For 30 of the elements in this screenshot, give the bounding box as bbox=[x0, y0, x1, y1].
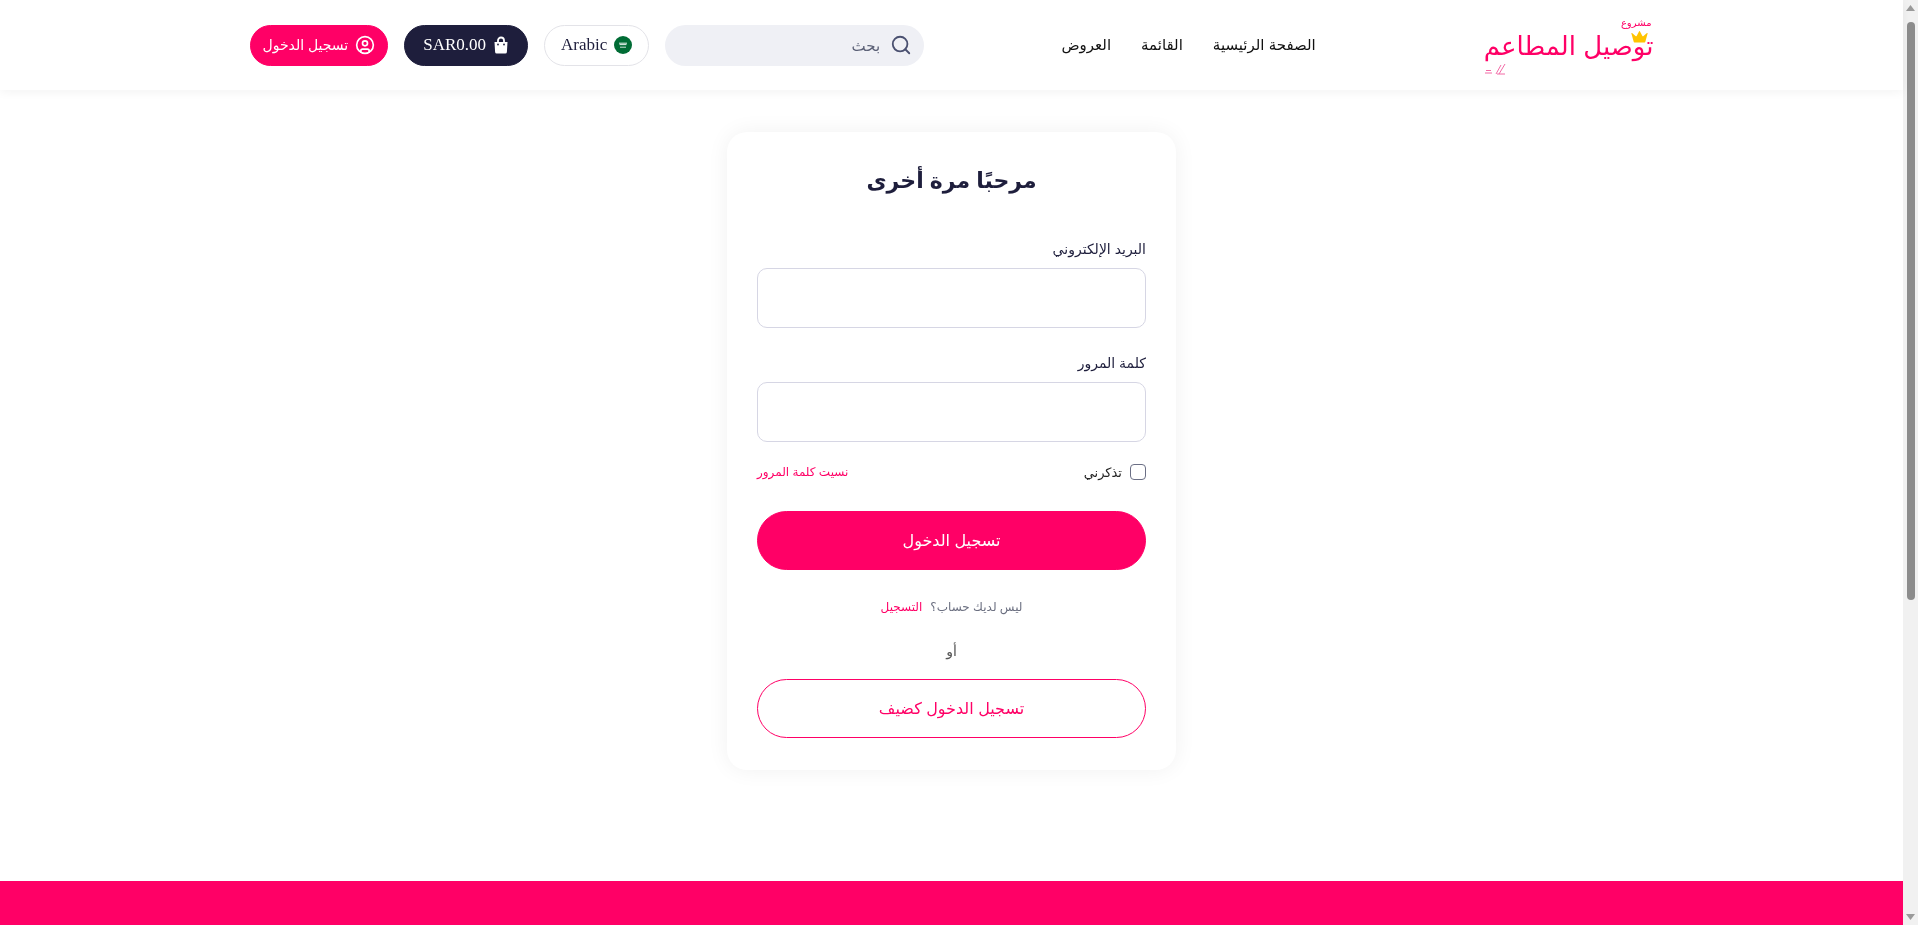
input-field[interactable] bbox=[757, 268, 1146, 328]
input-field[interactable] bbox=[757, 382, 1146, 442]
signup-prompt: ليس لديك حساب؟ bbox=[930, 600, 1023, 614]
card-title: مرحبًا مرة أخرى bbox=[866, 167, 1037, 195]
language-button[interactable]: Arabic bbox=[544, 24, 650, 66]
nav-link[interactable]: العروض bbox=[1061, 36, 1112, 54]
forgot-password-link[interactable]: نسيت كلمة المرور bbox=[757, 465, 849, 479]
guest-login-button[interactable]: تسجيل الدخول كضيف bbox=[757, 679, 1146, 738]
scribble-icon bbox=[1483, 62, 1508, 75]
logo-kicker: مشروع bbox=[1620, 17, 1652, 28]
remember-checkbox[interactable] bbox=[1130, 464, 1146, 480]
scroll-down-icon[interactable] bbox=[1906, 914, 1915, 920]
scroll-up-icon[interactable] bbox=[1906, 5, 1915, 11]
logo-text[interactable]: توصيل المطاعم bbox=[1483, 29, 1654, 62]
remember-label: تذكرني bbox=[1083, 464, 1122, 480]
shopping-bag-icon bbox=[493, 36, 510, 54]
nav-link[interactable]: القائمة bbox=[1141, 36, 1183, 54]
scrollbar-thumb[interactable] bbox=[1906, 22, 1915, 600]
field-label: كلمة المرور bbox=[1077, 354, 1146, 372]
signup-link[interactable]: التسجيل bbox=[880, 600, 923, 614]
user-icon bbox=[355, 35, 376, 55]
nav-link[interactable]: الصفحة الرئيسية bbox=[1212, 36, 1316, 54]
cart-button[interactable]: SAR0.00 bbox=[404, 24, 529, 66]
search-icon bbox=[890, 34, 913, 56]
divider-text: أو bbox=[946, 642, 957, 660]
login-button[interactable]: تسجيل الدخول bbox=[249, 24, 389, 66]
flag-icon bbox=[614, 36, 633, 54]
submit-button[interactable]: تسجيل الدخول bbox=[757, 511, 1146, 570]
search-field[interactable]: بحث bbox=[665, 24, 925, 66]
field-label: البريد الإلكتروني bbox=[1052, 240, 1146, 258]
